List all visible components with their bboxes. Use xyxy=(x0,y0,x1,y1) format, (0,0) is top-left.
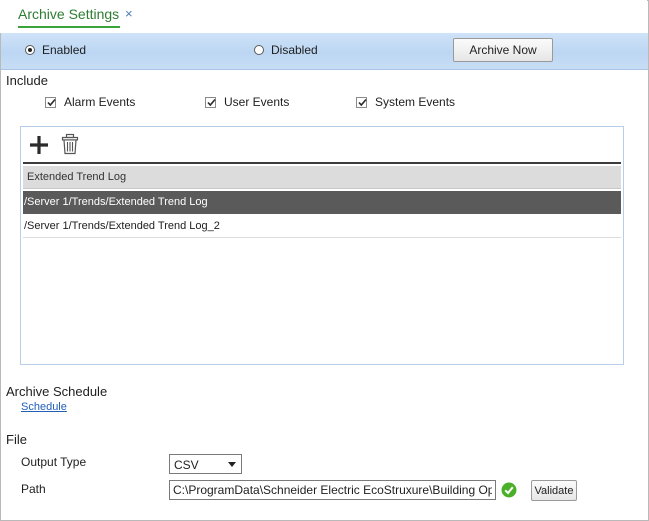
alarm-events-checkbox[interactable]: Alarm Events xyxy=(45,95,135,109)
list-item[interactable]: /Server 1/Trends/Extended Trend Log xyxy=(23,191,621,214)
output-type-value: CSV xyxy=(174,458,199,472)
include-heading: Include xyxy=(6,73,48,88)
mode-bar: Enabled Disabled Archive Now xyxy=(1,33,648,70)
path-input[interactable] xyxy=(169,480,496,500)
list-column-header[interactable]: Extended Trend Log xyxy=(23,166,621,189)
column-header-label: Extended Trend Log xyxy=(27,171,127,183)
trend-log-list-panel: Extended Trend Log /Server 1/Trends/Exte… xyxy=(20,126,624,365)
alarm-events-label: Alarm Events xyxy=(64,95,136,109)
list-divider xyxy=(23,162,621,164)
enabled-radio[interactable]: Enabled xyxy=(25,43,86,57)
file-heading: File xyxy=(6,432,27,447)
disabled-label: Disabled xyxy=(271,43,318,57)
radio-unselected-icon xyxy=(254,45,264,55)
list-item-label: /Server 1/Trends/Extended Trend Log_2 xyxy=(24,220,220,232)
list-item[interactable]: /Server 1/Trends/Extended Trend Log_2 xyxy=(23,215,621,238)
user-events-checkbox[interactable]: User Events xyxy=(205,95,289,109)
path-label: Path xyxy=(21,482,46,496)
chevron-down-icon xyxy=(228,462,236,467)
checkmark-circle-icon xyxy=(501,482,517,501)
checkbox-checked-icon xyxy=(45,96,56,108)
close-icon[interactable]: × xyxy=(125,4,133,24)
user-events-label: User Events xyxy=(224,95,290,109)
tab-strip: Archive Settings × xyxy=(0,0,647,33)
validate-button[interactable]: Validate xyxy=(531,480,577,501)
tab-title: Archive Settings xyxy=(18,6,120,22)
list-item-label: /Server 1/Trends/Extended Trend Log xyxy=(24,196,208,208)
checkbox-checked-icon xyxy=(205,96,216,108)
tab-archive-settings[interactable]: Archive Settings × xyxy=(18,4,133,28)
radio-selected-icon xyxy=(25,45,35,55)
checkbox-checked-icon xyxy=(356,96,367,108)
active-tab-indicator xyxy=(18,26,120,28)
archive-now-button[interactable]: Archive Now xyxy=(453,38,553,62)
enabled-label: Enabled xyxy=(42,43,87,57)
output-type-select[interactable]: CSV xyxy=(169,454,242,474)
archive-schedule-heading: Archive Schedule xyxy=(6,384,108,399)
add-icon[interactable] xyxy=(28,134,50,159)
system-events-label: System Events xyxy=(375,95,456,109)
disabled-radio[interactable]: Disabled xyxy=(254,43,318,57)
schedule-link[interactable]: Schedule xyxy=(21,401,67,413)
delete-icon[interactable] xyxy=(61,133,79,158)
output-type-label: Output Type xyxy=(21,455,87,469)
system-events-checkbox[interactable]: System Events xyxy=(356,95,455,109)
